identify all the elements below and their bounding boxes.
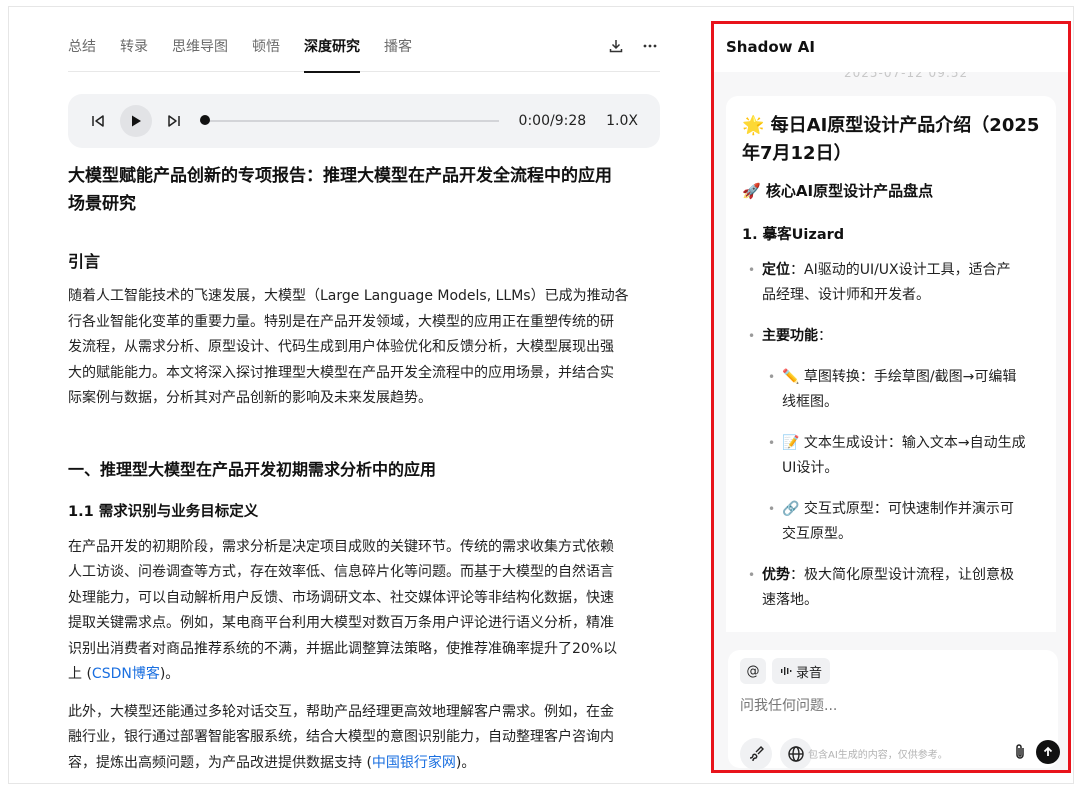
chat-input[interactable] <box>740 698 1040 714</box>
tab-deep-research[interactable]: 深度研究 <box>304 28 360 73</box>
skip-back-icon[interactable] <box>82 105 114 137</box>
document: 大模型赋能产品创新的专项报告：推理大模型在产品开发全流程中的应用 场景研究 引言… <box>68 162 660 776</box>
tab-actions <box>606 36 660 56</box>
card-subtitle: 🚀 核心AI原型设计产品盘点 <box>742 182 934 200</box>
bankers-link[interactable]: 中国银行家网 <box>372 755 456 771</box>
assistant-tools-button[interactable] <box>740 738 772 770</box>
tab-insights[interactable]: 顿悟 <box>252 28 280 72</box>
globe-icon <box>788 746 804 762</box>
send-button[interactable] <box>1036 740 1060 764</box>
list-item: 定位：AI驱动的UI/UX设计工具，适合产 品经理、设计师和开发者。 <box>742 258 1040 308</box>
list-item: 优势：极大简化原型设计流程，让创意极 速落地。 <box>742 563 1040 613</box>
tab-transcript[interactable]: 转录 <box>120 28 148 72</box>
tab-podcast[interactable]: 播客 <box>384 28 412 72</box>
tab-bar: 总结 转录 思维导图 顿悟 深度研究 播客 <box>68 28 660 73</box>
speed-button[interactable]: 1.0X <box>606 113 638 129</box>
list-item: 🔗 交互式原型：可快速制作并演示可 交互原型。 <box>742 497 1040 547</box>
chat-scroll[interactable]: 2025-07-12 09:52 🌟 每日AI原型设计产品介绍（2025 年7月… <box>714 72 1068 632</box>
section-heading: 一、推理型大模型在产品开发初期需求分析中的应用 <box>68 459 437 479</box>
product-heading: 1. 摹客Uizard <box>742 227 845 243</box>
brush-icon <box>749 746 764 762</box>
intro-heading: 引言 <box>68 252 101 271</box>
skip-forward-icon[interactable] <box>158 105 190 137</box>
mention-button[interactable]: @ <box>740 658 766 684</box>
panel-title: Shadow AI <box>714 24 1068 72</box>
doc-title: 大模型赋能产品创新的专项报告：推理大模型在产品开发全流程中的应用 场景研究 <box>68 166 612 214</box>
tab-mindmap[interactable]: 思维导图 <box>172 28 228 72</box>
time-display: 0:00/9:28 <box>518 113 587 129</box>
intro-paragraph: 随着人工智能技术的飞速发展，大模型（Large Language Models,… <box>68 288 629 406</box>
waveform-icon <box>781 667 792 675</box>
play-button[interactable] <box>120 105 152 137</box>
progress-knob[interactable] <box>200 115 210 125</box>
download-icon[interactable] <box>606 36 626 56</box>
record-button[interactable]: 录音 <box>772 658 831 684</box>
progress-slider[interactable] <box>200 115 499 125</box>
paragraph-requirements: 在产品开发的初期阶段，需求分析是决定项目成败的关键环节。传统的需求收集方式依赖 … <box>68 538 618 683</box>
ai-disclaimer: 包含AI生成的内容，仅供参考。 <box>808 750 948 761</box>
attach-icon[interactable] <box>1010 742 1030 762</box>
paragraph-dialogue: 此外，大模型还能通过多轮对话交互，帮助产品经理更高效地理解客户需求。例如，在金 … <box>68 703 614 771</box>
tab-summary[interactable]: 总结 <box>68 28 96 72</box>
arrow-up-icon <box>1043 746 1053 756</box>
list-item: 📝 文本生成设计：输入文本→自动生成 UI设计。 <box>742 431 1040 481</box>
card-title: 🌟 每日AI原型设计产品介绍（2025 年7月12日） <box>742 115 1040 164</box>
subsection-heading: 1.1 需求识别与业务目标定义 <box>68 503 259 520</box>
chat-composer: @ 录音 包含AI生成的内容，仅供参考。 <box>728 650 1060 770</box>
ai-side-panel: Shadow AI 2025-07-12 09:52 🌟 每日AI原型设计产品介… <box>711 21 1071 773</box>
play-icon <box>132 115 141 127</box>
audio-player: 0:00/9:28 1.0X <box>68 94 660 148</box>
message-timestamp: 2025-07-12 09:52 <box>844 72 969 80</box>
list-item: 主要功能： <box>742 324 1040 349</box>
list-item: ✏️ 草图转换：手绘草图/截图→可编辑 线框图。 <box>742 365 1040 415</box>
csdn-link[interactable]: CSDN博客 <box>92 666 160 682</box>
ai-message-card: 🌟 每日AI原型设计产品介绍（2025 年7月12日） 🚀 核心AI原型设计产品… <box>726 96 1056 632</box>
more-icon[interactable] <box>640 36 660 56</box>
main-content: 总结 转录 思维导图 顿悟 深度研究 播客 0:00/9:28 1.0X 大模型… <box>68 0 660 790</box>
